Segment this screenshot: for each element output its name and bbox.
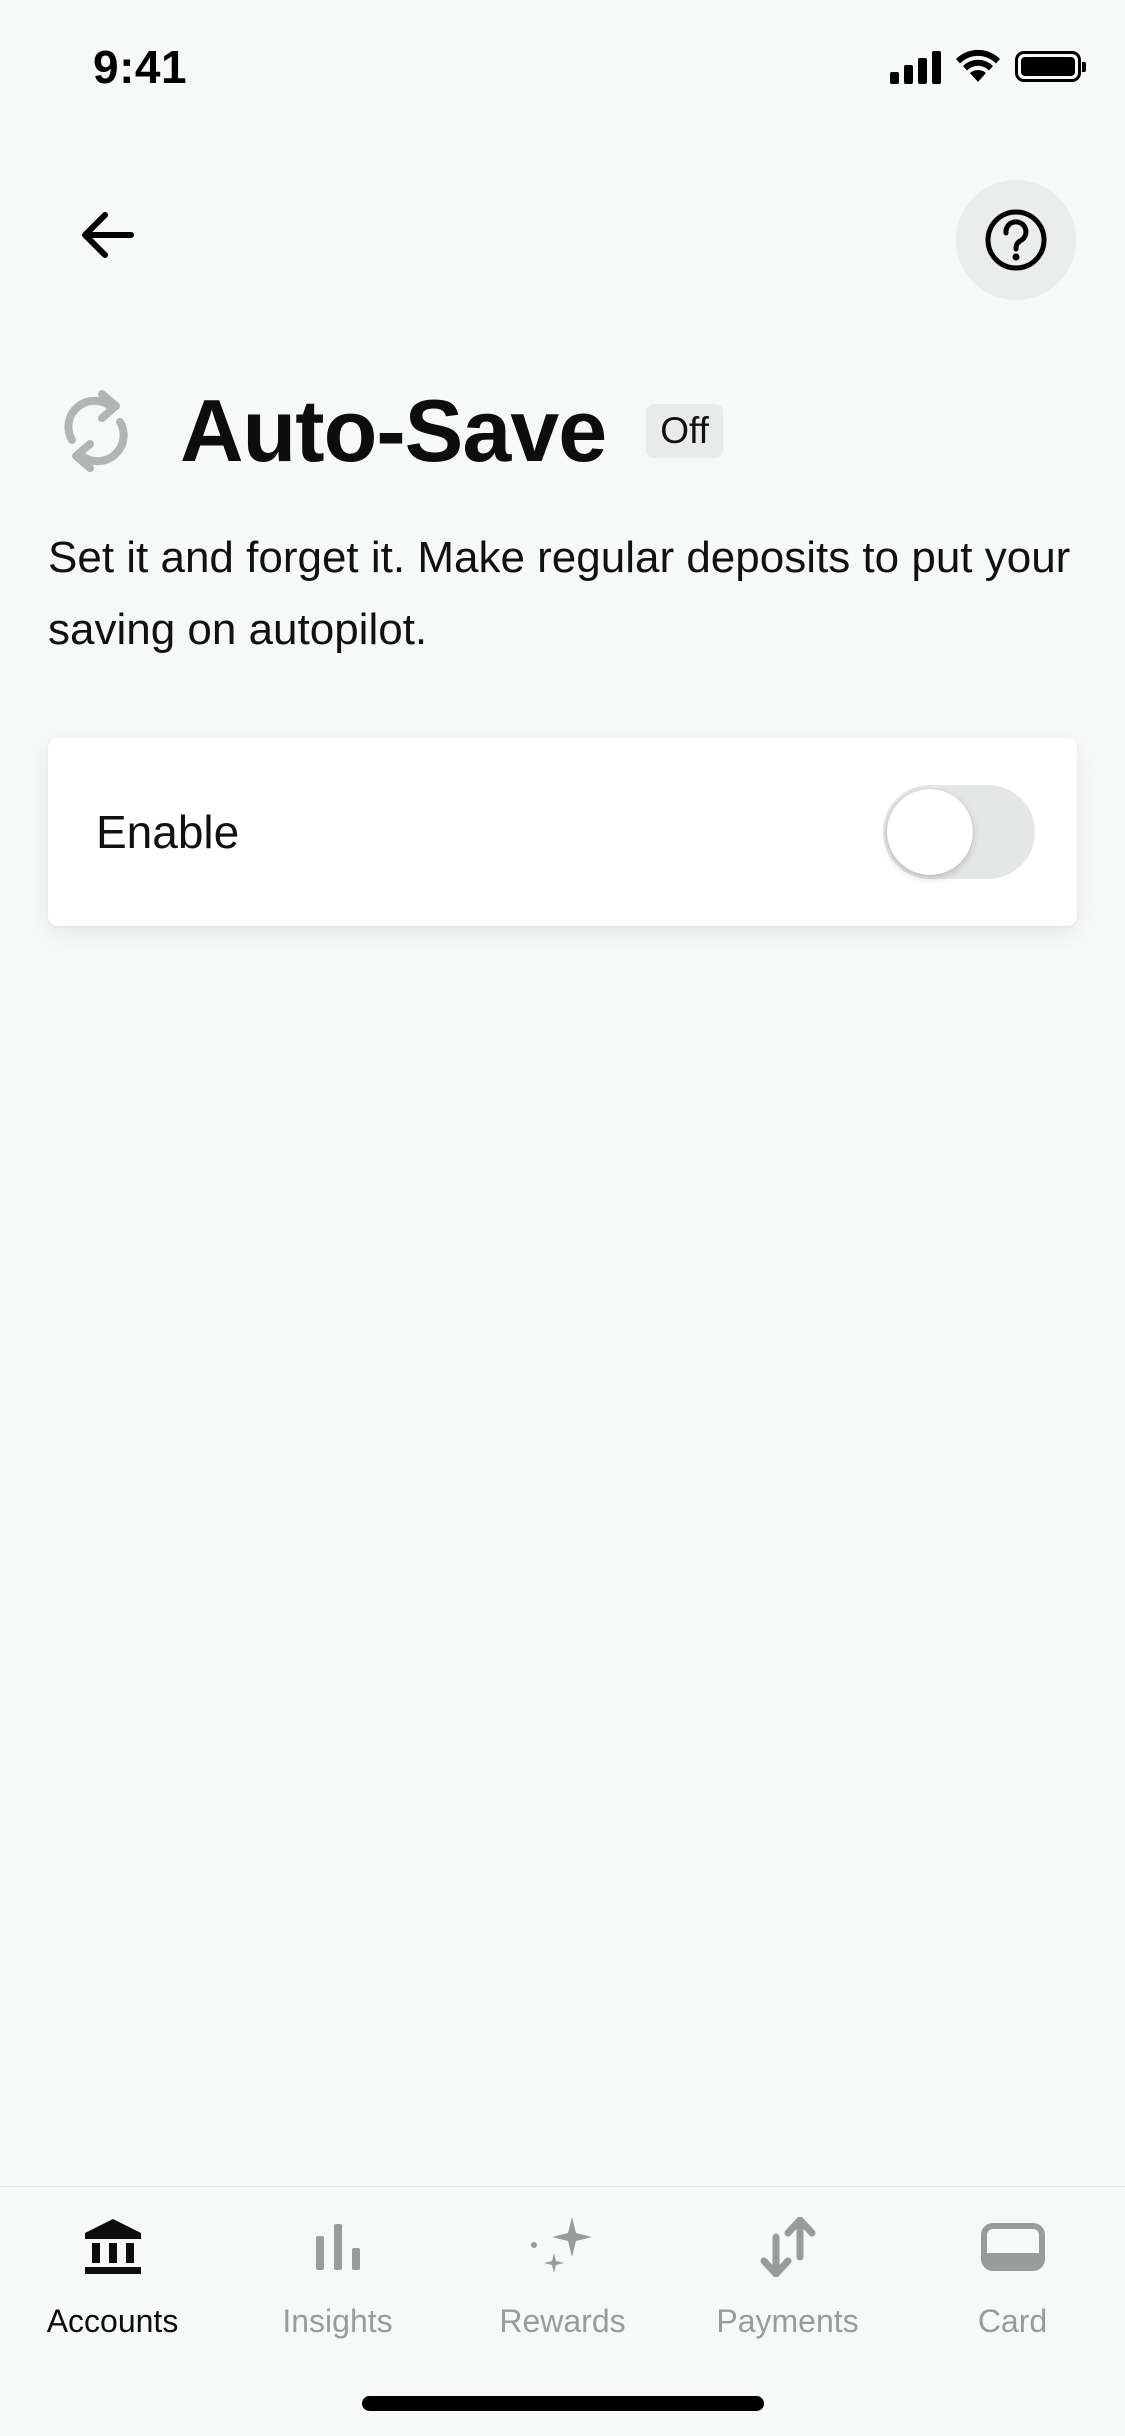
refresh-cycle-icon (48, 383, 144, 479)
auto-save-screen: 9:41 Auto-Save Off Set it and forget it.… (0, 0, 1125, 2436)
tab-label: Payments (716, 2303, 859, 2339)
page-title: Auto-Save (180, 381, 607, 480)
tab-insights[interactable]: Insights (225, 2207, 450, 2340)
tab-label: Card (977, 2303, 1048, 2339)
arrow-left-icon (82, 212, 134, 258)
status-time: 9:41 (93, 41, 188, 93)
sparkle-icon (523, 2207, 603, 2287)
status-badge: Off (646, 404, 723, 458)
cellular-signal-icon (890, 48, 941, 84)
home-indicator (362, 2396, 764, 2411)
battery-icon (1015, 50, 1086, 82)
tab-rewards[interactable]: Rewards (450, 2207, 675, 2340)
wifi-icon (956, 49, 1000, 82)
description-text: Set it and forget it. Make regular depos… (48, 533, 1071, 654)
status-icons (890, 48, 1086, 84)
back-button[interactable] (62, 190, 152, 280)
bar-chart-icon (298, 2207, 378, 2287)
transfer-arrows-icon (748, 2207, 828, 2287)
tab-label: Insights (282, 2303, 393, 2339)
title-row: Auto-Save Off (48, 380, 723, 482)
enable-label: Enable (96, 806, 240, 858)
toggle-knob (887, 789, 973, 875)
tab-payments[interactable]: Payments (675, 2207, 900, 2340)
question-circle-icon (985, 209, 1047, 271)
bank-icon (73, 2207, 153, 2287)
tab-accounts[interactable]: Accounts (0, 2207, 225, 2340)
tab-label: Rewards (499, 2303, 626, 2339)
help-button[interactable] (956, 180, 1076, 300)
tab-card[interactable]: Card (900, 2207, 1125, 2340)
tab-label: Accounts (46, 2303, 179, 2339)
enable-toggle[interactable] (883, 785, 1035, 879)
card-icon (973, 2207, 1053, 2287)
enable-card: Enable (48, 738, 1077, 926)
